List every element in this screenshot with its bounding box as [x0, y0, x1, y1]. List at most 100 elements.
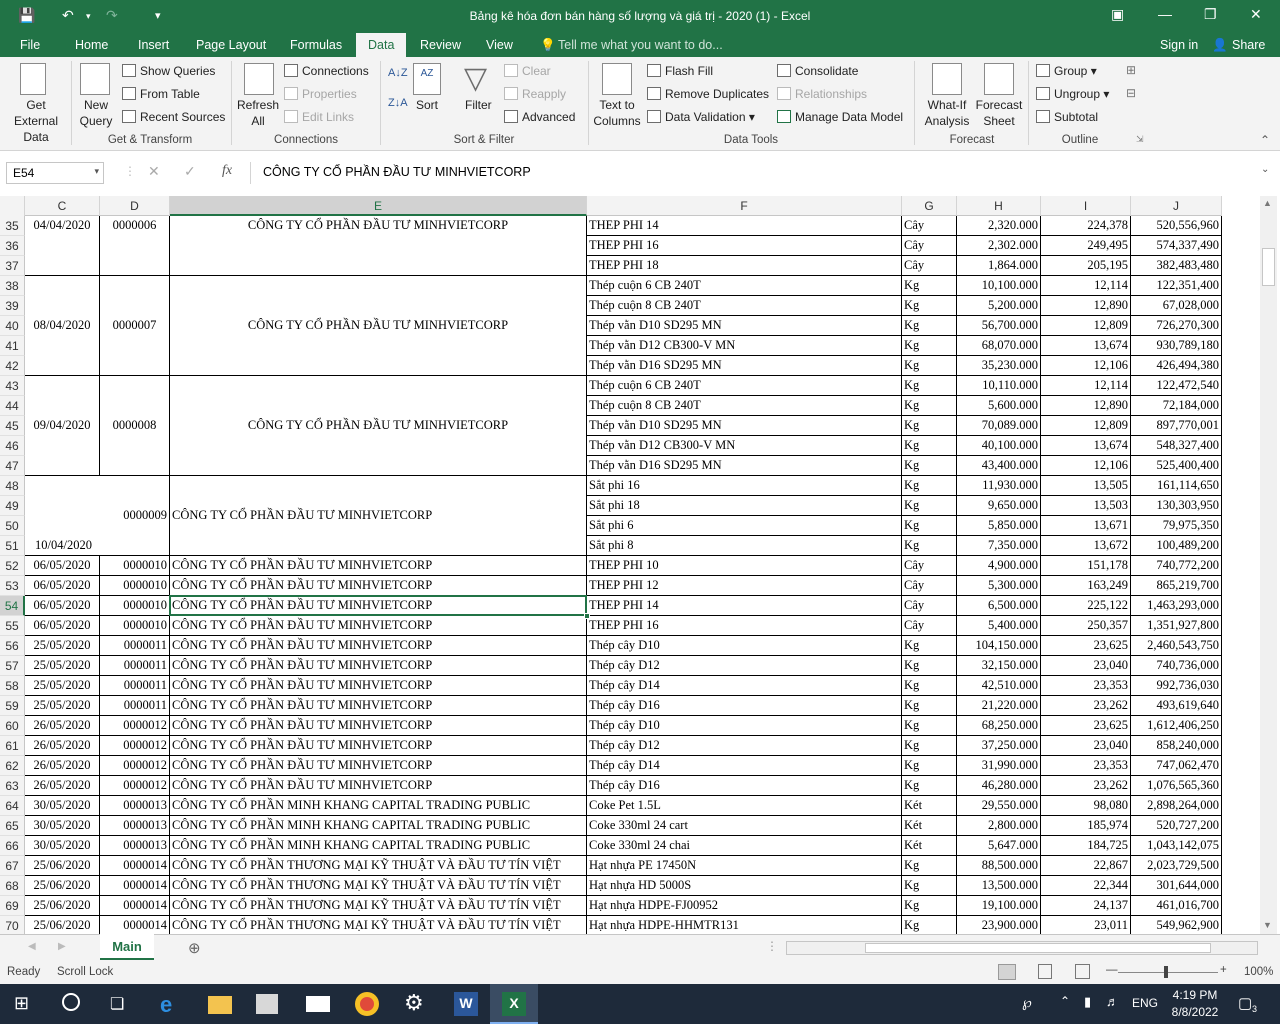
data-validation-button[interactable]: Data Validation ▾: [647, 110, 755, 124]
row-header[interactable]: 47: [0, 456, 25, 476]
sort-az-icon[interactable]: A↓Z: [388, 67, 408, 79]
cell-e[interactable]: CÔNG TY CỔ PHẦN MINH KHANG CAPITAL TRADI…: [170, 816, 587, 836]
cell-i[interactable]: 12,114: [1041, 376, 1131, 396]
cell-g[interactable]: Kg: [902, 876, 957, 896]
merged-cell-d[interactable]: 0000009: [100, 476, 170, 556]
cell-d[interactable]: 0000011: [100, 656, 170, 676]
cell-c[interactable]: 30/05/2020: [25, 816, 100, 836]
cell-g[interactable]: Cây: [902, 256, 957, 276]
excel-icon[interactable]: X: [502, 992, 526, 1016]
cell-g[interactable]: Cây: [902, 576, 957, 596]
enter-icon[interactable]: ✓: [184, 163, 196, 180]
cell-h[interactable]: 5,850.000: [957, 516, 1041, 536]
cell-g[interactable]: Kg: [902, 496, 957, 516]
cell-h[interactable]: 29,550.000: [957, 796, 1041, 816]
clock-time[interactable]: 4:19 PM: [1172, 988, 1218, 1002]
cell-c[interactable]: 25/06/2020: [25, 856, 100, 876]
tray-chevron-up-icon[interactable]: ⌃: [1060, 994, 1070, 1008]
tab-formulas[interactable]: Formulas: [290, 38, 342, 52]
filter-button[interactable]: Filter: [465, 98, 492, 112]
row-header[interactable]: 46: [0, 436, 25, 456]
people-icon[interactable]: ℘: [1022, 994, 1032, 1011]
cell-j[interactable]: 161,114,650: [1131, 476, 1222, 496]
settings-gear-icon[interactable]: ⚙: [404, 990, 428, 1015]
cell-i[interactable]: 205,195: [1041, 256, 1131, 276]
next-sheet-icon[interactable]: ▶: [58, 941, 66, 952]
cell-i[interactable]: 13,505: [1041, 476, 1131, 496]
cell-h[interactable]: 68,070.000: [957, 336, 1041, 356]
cell-j[interactable]: 992,736,030: [1131, 676, 1222, 696]
name-box[interactable]: E54 ▾: [6, 162, 104, 184]
cell-h[interactable]: 68,250.000: [957, 716, 1041, 736]
dialog-launcher-icon[interactable]: ⇲: [1136, 134, 1144, 145]
cell-h[interactable]: 2,302.000: [957, 236, 1041, 256]
cell-i[interactable]: 23,040: [1041, 656, 1131, 676]
cell-h[interactable]: 10,100.000: [957, 276, 1041, 296]
fill-handle[interactable]: [584, 613, 590, 619]
cell-i[interactable]: 23,353: [1041, 756, 1131, 776]
zoom-slider[interactable]: [1118, 972, 1218, 973]
cell-i[interactable]: 224,378: [1041, 216, 1131, 236]
cell-e[interactable]: CÔNG TY CỔ PHẦN ĐẦU TƯ MINHVIETCORP: [170, 736, 587, 756]
cell-h[interactable]: 5,600.000: [957, 396, 1041, 416]
zoom-in-icon[interactable]: +: [1220, 964, 1227, 976]
split-handle-icon[interactable]: ⋮: [766, 939, 778, 953]
row-header[interactable]: 61: [0, 736, 25, 756]
column-header-d[interactable]: D: [100, 196, 170, 216]
tab-data[interactable]: Data: [356, 33, 407, 57]
tab-file[interactable]: File: [20, 38, 40, 52]
cell-g[interactable]: Kg: [902, 476, 957, 496]
cell-h[interactable]: 7,350.000: [957, 536, 1041, 556]
tab-home[interactable]: Home: [75, 38, 108, 52]
cell-f[interactable]: Thép vằn D16 SD295 MN: [587, 356, 902, 376]
cell-h[interactable]: 11,930.000: [957, 476, 1041, 496]
cell-d[interactable]: 0000013: [100, 796, 170, 816]
cell-h[interactable]: 5,400.000: [957, 616, 1041, 636]
cell-c[interactable]: 06/05/2020: [25, 576, 100, 596]
recent-sources-button[interactable]: Recent Sources: [122, 110, 225, 124]
cell-f[interactable]: THEP PHI 16: [587, 236, 902, 256]
cell-f[interactable]: Thép cây D14: [587, 676, 902, 696]
cell-i[interactable]: 23,625: [1041, 716, 1131, 736]
cell-g[interactable]: Kg: [902, 896, 957, 916]
sign-in-link[interactable]: Sign in: [1160, 38, 1198, 52]
cell-i[interactable]: 22,344: [1041, 876, 1131, 896]
vertical-scrollbar[interactable]: ▲ ▼: [1260, 196, 1277, 934]
cell-j[interactable]: 858,240,000: [1131, 736, 1222, 756]
cell-h[interactable]: 2,320.000: [957, 216, 1041, 236]
cell-i[interactable]: 23,353: [1041, 676, 1131, 696]
row-header[interactable]: 58: [0, 676, 25, 696]
cell-i[interactable]: 22,867: [1041, 856, 1131, 876]
cell-f[interactable]: Sắt phi 8: [587, 536, 902, 556]
cell-c[interactable]: 06/05/2020: [25, 596, 100, 616]
cell-f[interactable]: Thép vằn D12 CB300-V MN: [587, 336, 902, 356]
close-button[interactable]: ✕: [1250, 6, 1262, 23]
row-header[interactable]: 38: [0, 276, 25, 296]
ungroup-button[interactable]: Ungroup ▾: [1036, 87, 1109, 101]
merged-cell-d[interactable]: 0000008: [100, 376, 170, 476]
cell-g[interactable]: Két: [902, 816, 957, 836]
cell-f[interactable]: THEP PHI 16: [587, 616, 902, 636]
cell-d[interactable]: 0000010: [100, 556, 170, 576]
cell-d[interactable]: 0000011: [100, 676, 170, 696]
properties-button[interactable]: Properties: [284, 87, 357, 101]
cell-d[interactable]: 0000014: [100, 876, 170, 896]
cell-d[interactable]: 0000013: [100, 816, 170, 836]
cell-f[interactable]: Thép cây D10: [587, 636, 902, 656]
cell-e[interactable]: CÔNG TY CỔ PHẦN ĐẦU TƯ MINHVIETCORP: [170, 676, 587, 696]
column-header-j[interactable]: J: [1131, 196, 1222, 216]
prev-sheet-icon[interactable]: ◀: [28, 941, 36, 952]
network-icon[interactable]: ▮: [1084, 994, 1091, 1010]
cell-h[interactable]: 23,900.000: [957, 916, 1041, 934]
row-header[interactable]: 54: [0, 596, 25, 616]
row-header[interactable]: 45: [0, 416, 25, 436]
cell-c[interactable]: 25/05/2020: [25, 696, 100, 716]
sort-button[interactable]: Sort: [416, 98, 438, 112]
notification-icon[interactable]: ▢: [1238, 994, 1252, 1012]
cell-d[interactable]: 0000014: [100, 916, 170, 934]
cell-i[interactable]: 185,974: [1041, 816, 1131, 836]
cell-g[interactable]: Kg: [902, 676, 957, 696]
cell-e[interactable]: CÔNG TY CỔ PHẦN ĐẦU TƯ MINHVIETCORP: [170, 556, 587, 576]
cell-j[interactable]: 740,736,000: [1131, 656, 1222, 676]
column-header-h[interactable]: H: [957, 196, 1041, 216]
